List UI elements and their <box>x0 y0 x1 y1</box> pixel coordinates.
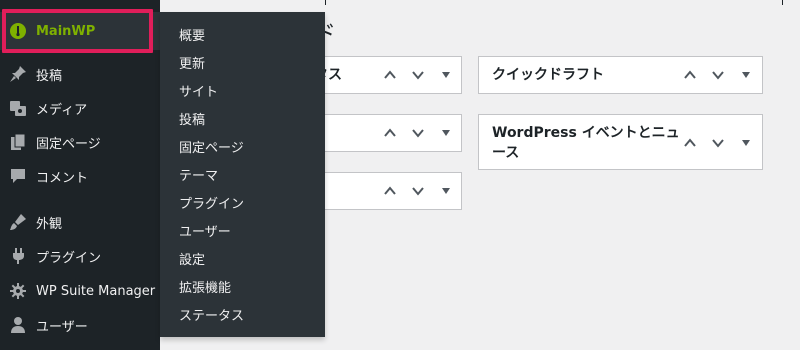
toggle-panel-icon[interactable] <box>735 132 757 154</box>
flyout-item-status[interactable]: ステータス <box>179 302 244 326</box>
toggle-panel-icon[interactable] <box>435 180 457 202</box>
move-up-icon[interactable] <box>379 180 401 202</box>
flyout-item-updates[interactable]: 更新 <box>179 50 205 74</box>
sidebar-item-media[interactable]: メディア <box>0 91 160 125</box>
dashboard-widget-events: WordPress イベントとニュ ース <box>478 114 763 170</box>
sidebar-item-comments[interactable]: コメント <box>0 159 160 193</box>
sidebar-item-appearance[interactable]: 外観 <box>0 205 160 239</box>
sidebar-item-label: コメント <box>36 170 89 186</box>
comment-icon <box>0 167 36 185</box>
flyout-item-overview[interactable]: 概要 <box>179 22 205 46</box>
flyout-item-extensions[interactable]: 拡張機能 <box>179 274 231 298</box>
move-up-icon[interactable] <box>379 122 401 144</box>
widget-title-line1: WordPress イベントとニュ <box>492 125 680 141</box>
sidebar-item-label: 投稿 <box>36 68 63 84</box>
widget-title: クイックドラフト <box>492 67 604 83</box>
move-down-icon[interactable] <box>407 122 429 144</box>
sidebar-item-plugins[interactable]: プラグイン <box>0 239 160 273</box>
move-up-icon[interactable] <box>679 132 701 154</box>
flyout-item-users[interactable]: ユーザー <box>179 218 231 242</box>
plugin-icon <box>0 247 36 265</box>
frame-line <box>782 0 783 5</box>
pages-icon <box>0 133 36 151</box>
sidebar-item-posts[interactable]: 投稿 <box>0 57 160 91</box>
flyout-item-themes[interactable]: テーマ <box>179 162 218 186</box>
sidebar-item-label: 固定ページ <box>36 136 101 152</box>
sidebar-item-label: プラグイン <box>36 250 102 266</box>
flyout-item-plugins[interactable]: プラグイン <box>179 190 244 214</box>
highlight-frame <box>2 9 153 53</box>
move-down-icon[interactable] <box>407 64 429 86</box>
pin-icon <box>0 65 36 83</box>
user-icon <box>0 316 36 334</box>
sidebar-item-label: WP Suite Manager <box>36 283 156 299</box>
toggle-panel-icon[interactable] <box>435 122 457 144</box>
brush-icon <box>0 213 36 231</box>
gear-icon <box>0 282 36 300</box>
move-up-icon[interactable] <box>679 64 701 86</box>
mainwp-flyout-menu: 概要 更新 サイト 投稿 固定ページ テーマ プラグイン ユーザー 設定 拡張機… <box>160 12 325 337</box>
move-up-icon[interactable] <box>379 64 401 86</box>
sidebar-item-label: ユーザー <box>36 319 88 335</box>
move-down-icon[interactable] <box>707 64 729 86</box>
flyout-item-pages[interactable]: 固定ページ <box>179 134 244 158</box>
move-down-icon[interactable] <box>707 132 729 154</box>
sidebar-item-pages[interactable]: 固定ページ <box>0 125 160 159</box>
widget-title-line2: ース <box>492 145 520 161</box>
frame-line <box>325 0 326 5</box>
dashboard-widget-quick-draft: クイックドラフト <box>478 56 763 94</box>
sidebar-item-label: 外観 <box>36 216 63 232</box>
flyout-item-settings[interactable]: 設定 <box>179 246 205 270</box>
toggle-panel-icon[interactable] <box>735 64 757 86</box>
sidebar-item-wp-suite-manager[interactable]: WP Suite Manager <box>0 274 160 308</box>
sidebar-item-label: メディア <box>36 102 88 118</box>
flyout-item-sites[interactable]: サイト <box>179 78 218 102</box>
move-down-icon[interactable] <box>407 180 429 202</box>
flyout-item-posts[interactable]: 投稿 <box>179 106 205 130</box>
toggle-panel-icon[interactable] <box>435 64 457 86</box>
sidebar-item-users[interactable]: ユーザー <box>0 308 160 342</box>
media-icon <box>0 99 36 117</box>
